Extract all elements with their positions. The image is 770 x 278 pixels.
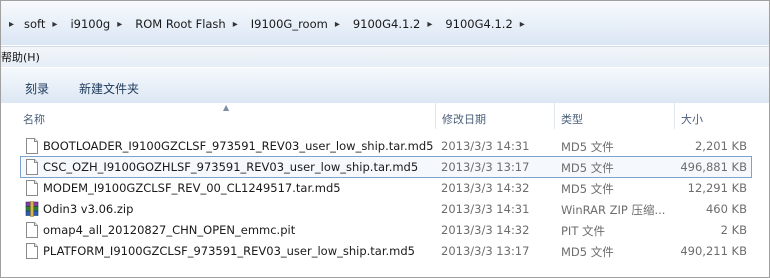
winrar-archive-icon — [25, 201, 39, 217]
file-type: MD5 文件 — [561, 182, 614, 196]
file-row[interactable]: MODEM_I9100GZCLSF_REV_00_CL1249517.tar.m… — [21, 178, 751, 198]
file-row[interactable]: CSC_OZH_I9100GOZHLSF_973591_REV03_user_l… — [20, 156, 752, 178]
file-size: 460 KB — [705, 202, 747, 216]
file-name: BOOTLOADER_I9100GZCLSF_973591_REV03_user… — [43, 139, 434, 153]
file-type: MD5 文件 — [561, 140, 614, 154]
generic-file-icon — [26, 138, 38, 154]
column-divider[interactable] — [554, 103, 555, 129]
column-header-name[interactable]: 名称 — [23, 111, 45, 127]
file-date: 2013/3/3 14:32 — [441, 223, 530, 237]
file-type: MD5 文件 — [561, 161, 614, 175]
file-name: MODEM_I9100GZCLSF_REV_00_CL1249517.tar.m… — [43, 181, 341, 195]
sort-ascending-icon: ▲ — [223, 103, 230, 112]
menu-help[interactable]: 帮助(H) — [1, 49, 40, 65]
file-size: 490,211 KB — [680, 244, 747, 258]
burn-button[interactable]: 刻录 — [25, 80, 49, 97]
chevron-right-icon[interactable]: ▸ — [229, 19, 242, 30]
column-divider[interactable] — [674, 103, 675, 129]
file-date: 2013/3/3 14:31 — [441, 202, 530, 216]
column-header-date[interactable]: 修改日期 — [442, 111, 486, 127]
breadcrumb-item[interactable]: I9100G_room ▸ — [245, 11, 347, 37]
breadcrumb-item[interactable]: 9100G4.1.2 ▸ — [347, 11, 439, 37]
file-type: PIT 文件 — [561, 224, 606, 238]
chevron-right-icon[interactable]: ▸ — [113, 19, 126, 30]
explorer-window: ▸ soft ▸ i9100g ▸ ROM Root Flash ▸ I9100G_r… — [0, 0, 770, 278]
file-date: 2013/3/3 14:32 — [441, 181, 530, 195]
column-header-type[interactable]: 类型 — [561, 111, 583, 127]
generic-file-icon — [26, 180, 38, 196]
file-name: Odin3 v3.06.zip — [43, 202, 134, 216]
file-row[interactable]: Odin3 v3.06.zip 2013/3/3 14:31 WinRAR ZI… — [21, 199, 751, 219]
chevron-right-icon[interactable]: ▸ — [5, 19, 18, 30]
file-type: MD5 文件 — [561, 245, 614, 259]
file-row[interactable]: omap4_all_20120827_CHN_OPEN_emmc.pit 201… — [21, 220, 751, 240]
file-date: 2013/3/3 13:17 — [441, 160, 530, 174]
generic-file-icon — [26, 222, 38, 238]
column-divider[interactable] — [435, 103, 436, 129]
new-folder-button[interactable]: 新建文件夹 — [79, 80, 139, 97]
breadcrumb-item[interactable]: soft ▸ — [18, 11, 64, 37]
file-size: 2 KB — [720, 223, 747, 237]
file-date: 2013/3/3 14:31 — [441, 139, 530, 153]
column-header-size[interactable]: 大小 — [681, 111, 703, 127]
file-size: 12,291 KB — [687, 181, 747, 195]
breadcrumb: ▸ soft ▸ i9100g ▸ ROM Root Flash ▸ I9100G_r… — [5, 11, 769, 37]
file-row[interactable]: BOOTLOADER_I9100GZCLSF_973591_REV03_user… — [21, 136, 751, 156]
chevron-right-icon[interactable]: ▸ — [331, 19, 344, 30]
file-name: omap4_all_20120827_CHN_OPEN_emmc.pit — [43, 223, 296, 237]
menu-bar: 帮助(H) — [1, 46, 769, 67]
breadcrumb-item[interactable]: ROM Root Flash ▸ — [129, 11, 245, 37]
file-name: CSC_OZH_I9100GOZHLSF_973591_REV03_user_l… — [43, 160, 419, 174]
chevron-right-icon[interactable]: ▸ — [516, 19, 529, 30]
file-date: 2013/3/3 13:17 — [441, 244, 530, 258]
column-headers: ▲ 名称 修改日期 类型 大小 — [1, 103, 769, 129]
chevron-right-icon[interactable]: ▸ — [423, 19, 436, 30]
file-name: PLATFORM_I9100GZCLSF_973591_REV03_user_l… — [43, 244, 415, 258]
generic-file-icon — [26, 243, 38, 259]
command-bar: 刻录 新建文件夹 — [1, 67, 769, 104]
address-bar[interactable]: ▸ soft ▸ i9100g ▸ ROM Root Flash ▸ I9100G_r… — [1, 1, 769, 45]
file-size: 2,201 KB — [694, 139, 747, 153]
file-type: WinRAR ZIP 压缩... — [561, 203, 666, 217]
chevron-right-icon[interactable]: ▸ — [48, 19, 61, 30]
file-row[interactable]: PLATFORM_I9100GZCLSF_973591_REV03_user_l… — [21, 241, 751, 261]
generic-file-icon — [26, 159, 38, 175]
breadcrumb-item[interactable]: i9100g ▸ — [64, 11, 129, 37]
file-size: 496,881 KB — [680, 160, 747, 174]
breadcrumb-item[interactable]: 9100G4.1.2 ▸ — [439, 11, 531, 37]
